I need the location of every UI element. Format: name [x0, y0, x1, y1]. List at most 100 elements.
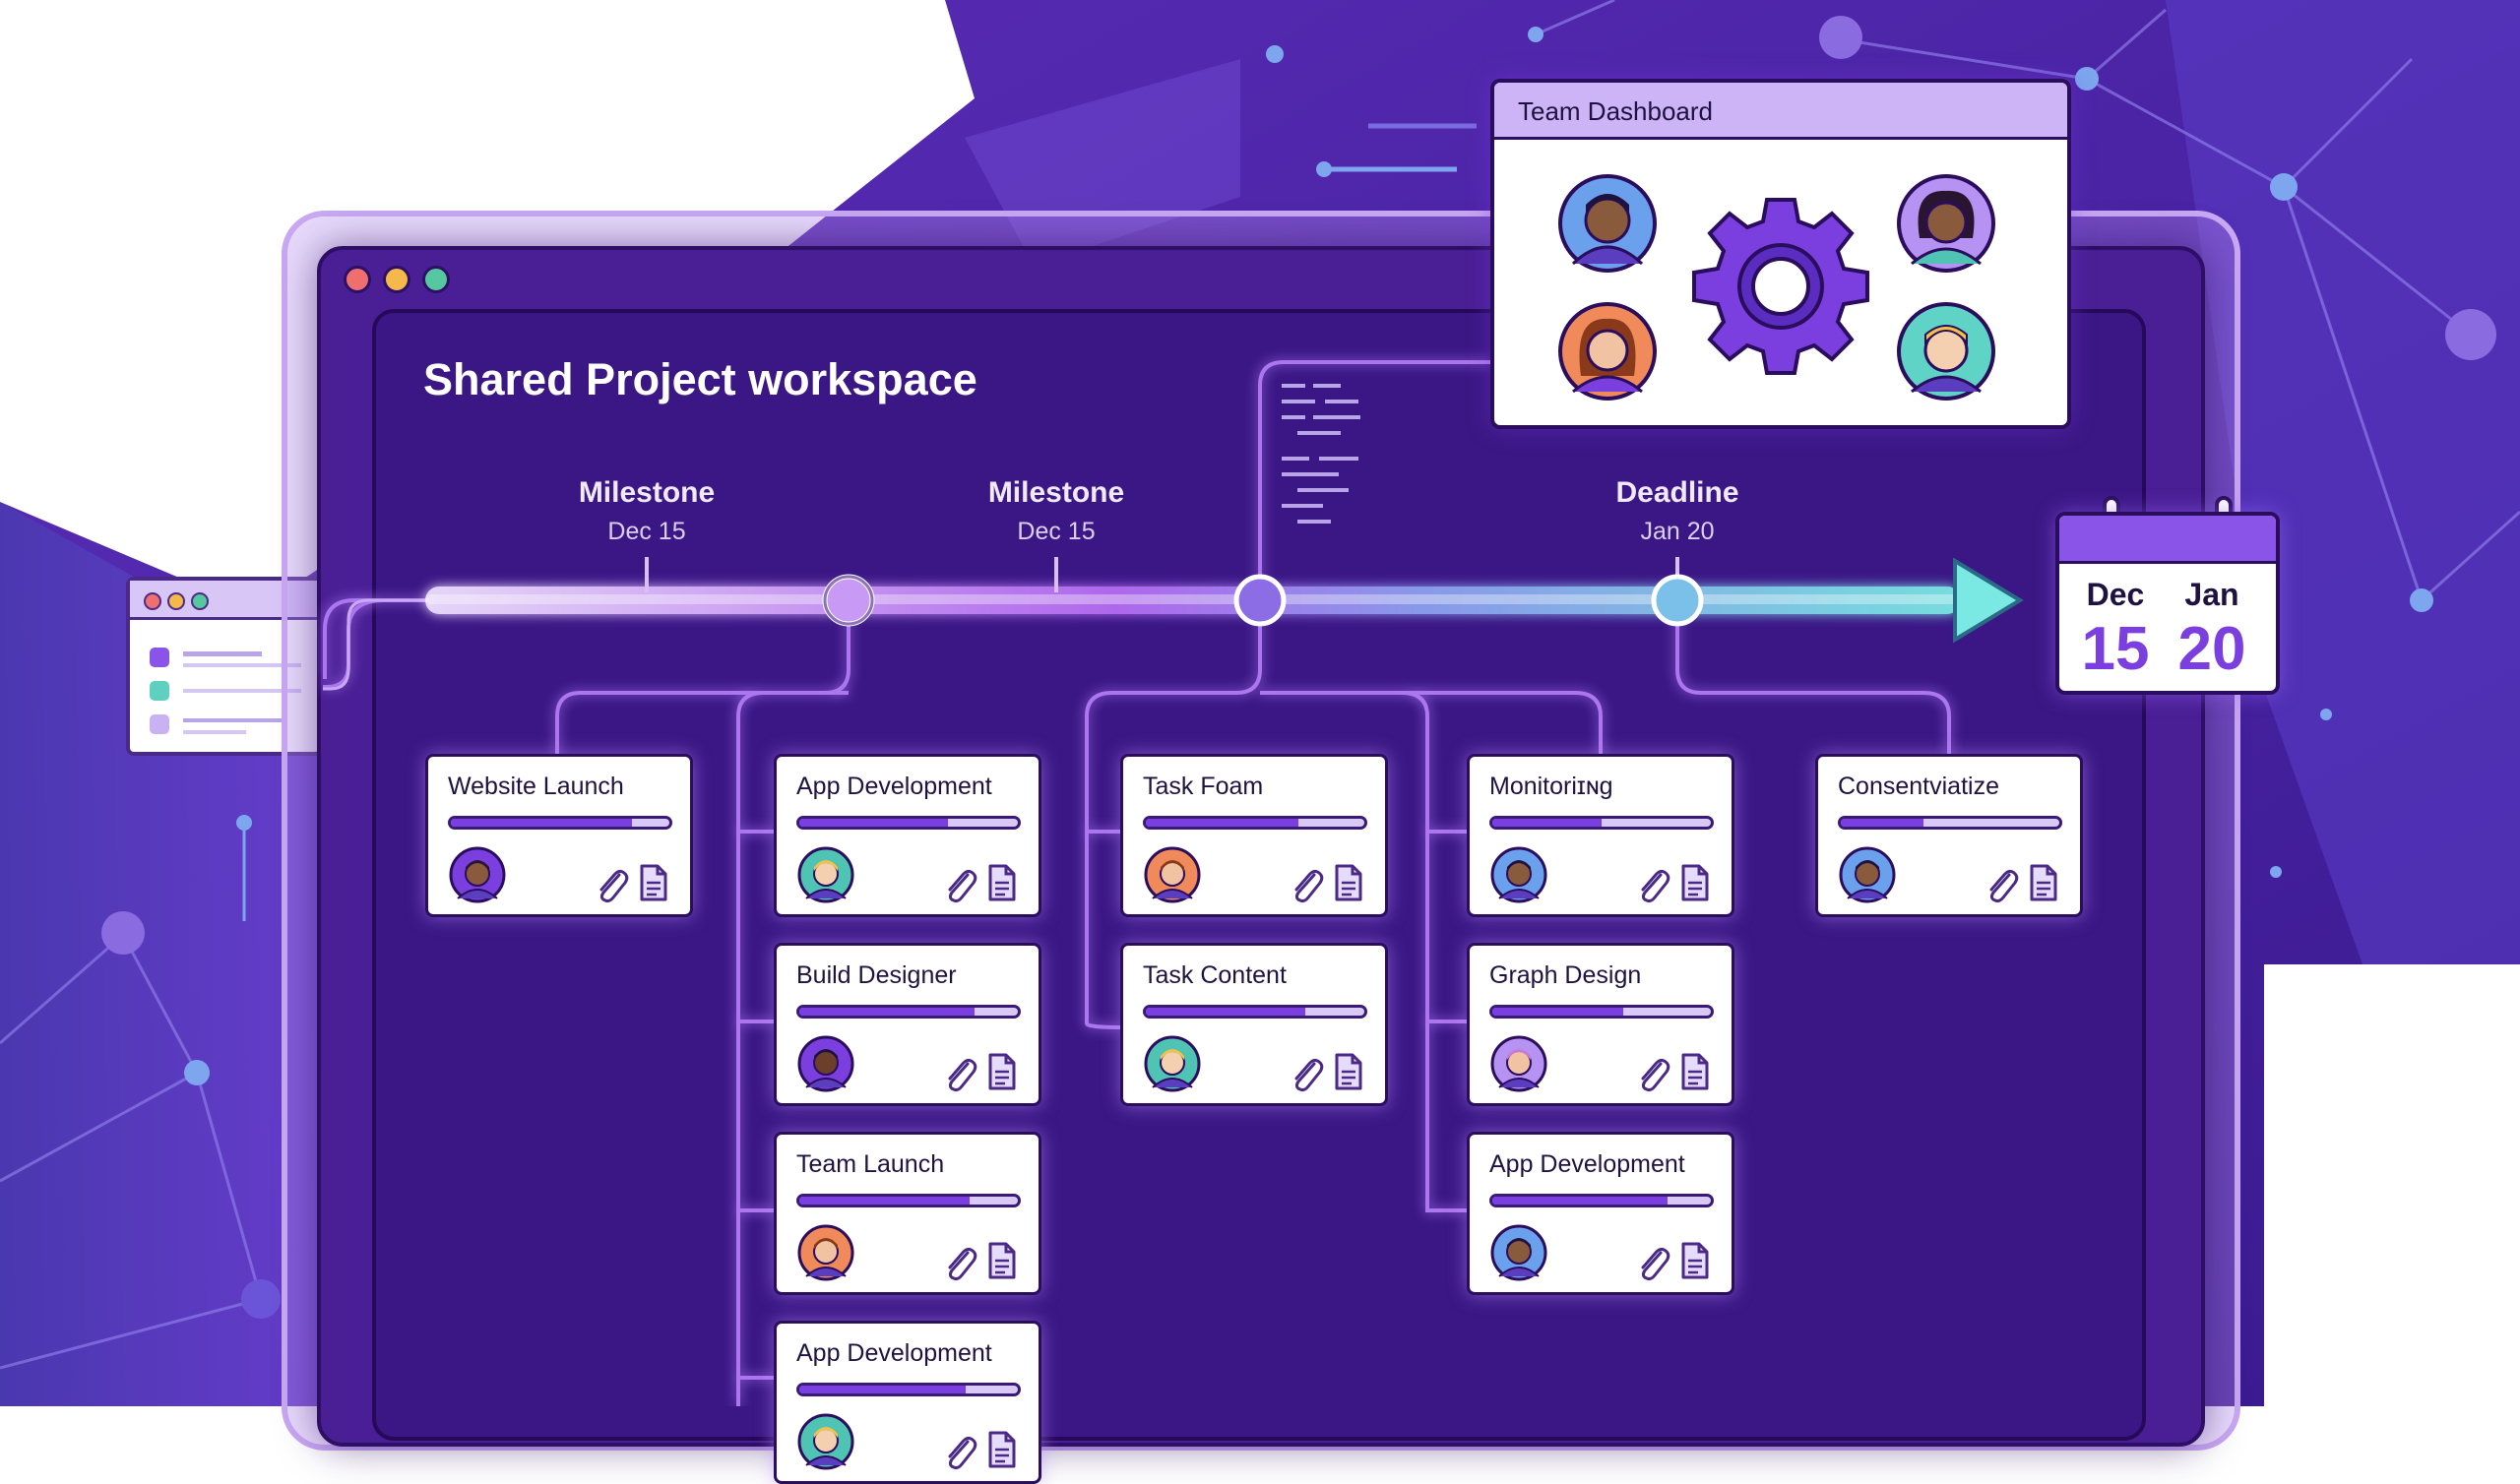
task-progress-bar [1489, 816, 1714, 830]
task-progress-bar [448, 816, 672, 830]
paperclip-icon[interactable] [1635, 1054, 1670, 1093]
task-card-title: Build Designer [796, 961, 957, 989]
task-card[interactable]: Graph Design [1467, 943, 1734, 1106]
deadline-date: Jan 20 [1640, 518, 1715, 545]
assignee-avatar[interactable] [448, 845, 507, 904]
task-progress-fill [799, 819, 948, 827]
task-progress-fill [1841, 819, 1924, 827]
task-card-title: App Development [796, 1339, 992, 1367]
task-progress-fill [799, 1197, 971, 1205]
document-icon[interactable] [639, 863, 668, 902]
assignee-avatar[interactable] [796, 1223, 855, 1282]
task-progress-fill [451, 819, 633, 827]
calendar-icon[interactable]: Dec Jan 15 20 [2055, 512, 2280, 695]
document-icon[interactable] [1680, 1052, 1710, 1091]
team-member-avatar[interactable] [1553, 297, 1662, 405]
paperclip-icon[interactable] [942, 1432, 977, 1471]
document-icon[interactable] [987, 1430, 1017, 1469]
assignee-avatar[interactable] [1143, 1034, 1202, 1093]
task-progress-bar [796, 1005, 1021, 1019]
team-dashboard-header: Team Dashboard [1494, 83, 2067, 140]
deadline-name: Deadline [1615, 476, 1739, 509]
timeline-label-milestone-1: Milestone Dec 15 [529, 476, 765, 546]
calendar-day-1: 15 [2081, 615, 2150, 683]
task-progress-fill [1492, 819, 1602, 827]
document-icon[interactable] [987, 1241, 1017, 1280]
task-card[interactable]: App Development [1467, 1132, 1734, 1295]
assignee-avatar[interactable] [1489, 1223, 1548, 1282]
task-progress-fill [799, 1386, 966, 1393]
task-card[interactable]: App Development [774, 754, 1041, 917]
milestone-name: Milestone [578, 476, 716, 509]
calendar-header [2059, 516, 2276, 564]
task-card[interactable]: Monitoriɪɴg [1467, 754, 1734, 917]
task-card-title: Graph Design [1489, 961, 1642, 989]
paperclip-icon[interactable] [942, 1054, 977, 1093]
task-card-title: Monitoriɪɴg [1489, 773, 1613, 800]
paperclip-icon[interactable] [1635, 1243, 1670, 1282]
assignee-avatar[interactable] [1143, 845, 1202, 904]
document-icon[interactable] [2029, 863, 2058, 902]
task-card-title: Task Content [1143, 961, 1287, 989]
task-card[interactable]: Website Launch [425, 754, 693, 917]
task-card-title: App Development [796, 773, 992, 800]
milestone-name: Milestone [987, 476, 1125, 509]
task-progress-fill [1492, 1197, 1668, 1205]
task-card-title: Consentviatize [1838, 773, 1999, 800]
calendar-day-2: 20 [2177, 615, 2246, 683]
task-card-title: App Development [1489, 1150, 1685, 1178]
task-card[interactable]: Build Designer [774, 943, 1041, 1106]
task-progress-fill [1492, 1008, 1624, 1016]
assignee-avatar[interactable] [796, 1412, 855, 1471]
paperclip-icon[interactable] [1984, 865, 2019, 904]
milestone-date: Dec 15 [607, 518, 686, 545]
calendar-month-2: Jan [2184, 577, 2239, 612]
task-progress-fill [1146, 1008, 1306, 1016]
task-card[interactable]: App Development [774, 1321, 1041, 1484]
team-member-avatar[interactable] [1892, 169, 2000, 278]
task-progress-bar [1838, 816, 2062, 830]
task-progress-bar [1143, 816, 1367, 830]
timeline-label-deadline: Deadline Jan 20 [1559, 476, 1796, 546]
document-icon[interactable] [1334, 863, 1363, 902]
document-icon[interactable] [987, 1052, 1017, 1091]
task-card[interactable]: Consentviatize [1815, 754, 2083, 917]
task-card[interactable]: Task Content [1120, 943, 1388, 1106]
timeline-label-milestone-2: Milestone Dec 15 [938, 476, 1174, 546]
team-dashboard-panel: Team Dashboard [1490, 79, 2071, 429]
task-progress-bar [796, 1383, 1021, 1396]
document-icon[interactable] [1680, 1241, 1710, 1280]
task-progress-bar [1143, 1005, 1367, 1019]
paperclip-icon[interactable] [942, 1243, 977, 1282]
assignee-avatar[interactable] [1838, 845, 1897, 904]
task-progress-fill [799, 1008, 975, 1016]
paperclip-icon[interactable] [594, 865, 629, 904]
task-card-title: Task Foam [1143, 773, 1264, 800]
task-card[interactable]: Task Foam [1120, 754, 1388, 917]
task-progress-bar [796, 1194, 1021, 1207]
timeline-graphic [323, 360, 2024, 1406]
document-icon[interactable] [987, 863, 1017, 902]
task-card-title: Team Launch [796, 1150, 945, 1178]
assignee-avatar[interactable] [1489, 845, 1548, 904]
team-dashboard-title: Team Dashboard [1518, 96, 1713, 126]
task-card[interactable]: Team Launch [774, 1132, 1041, 1295]
assignee-avatar[interactable] [796, 845, 855, 904]
paperclip-icon[interactable] [1635, 865, 1670, 904]
document-icon[interactable] [1334, 1052, 1363, 1091]
task-progress-bar [1489, 1005, 1714, 1019]
team-member-avatar[interactable] [1553, 169, 1662, 278]
gear-icon[interactable] [1687, 193, 1874, 380]
calendar-month-1: Dec [2086, 577, 2145, 612]
task-card-title: Website Launch [448, 773, 624, 800]
milestone-date: Dec 15 [1017, 518, 1096, 545]
paperclip-icon[interactable] [1289, 865, 1324, 904]
assignee-avatar[interactable] [1489, 1034, 1548, 1093]
document-icon[interactable] [1680, 863, 1710, 902]
paperclip-icon[interactable] [1289, 1054, 1324, 1093]
team-member-avatar[interactable] [1892, 297, 2000, 405]
assignee-avatar[interactable] [796, 1034, 855, 1093]
task-progress-bar [1489, 1194, 1714, 1207]
paperclip-icon[interactable] [942, 865, 977, 904]
task-progress-fill [1146, 819, 1299, 827]
